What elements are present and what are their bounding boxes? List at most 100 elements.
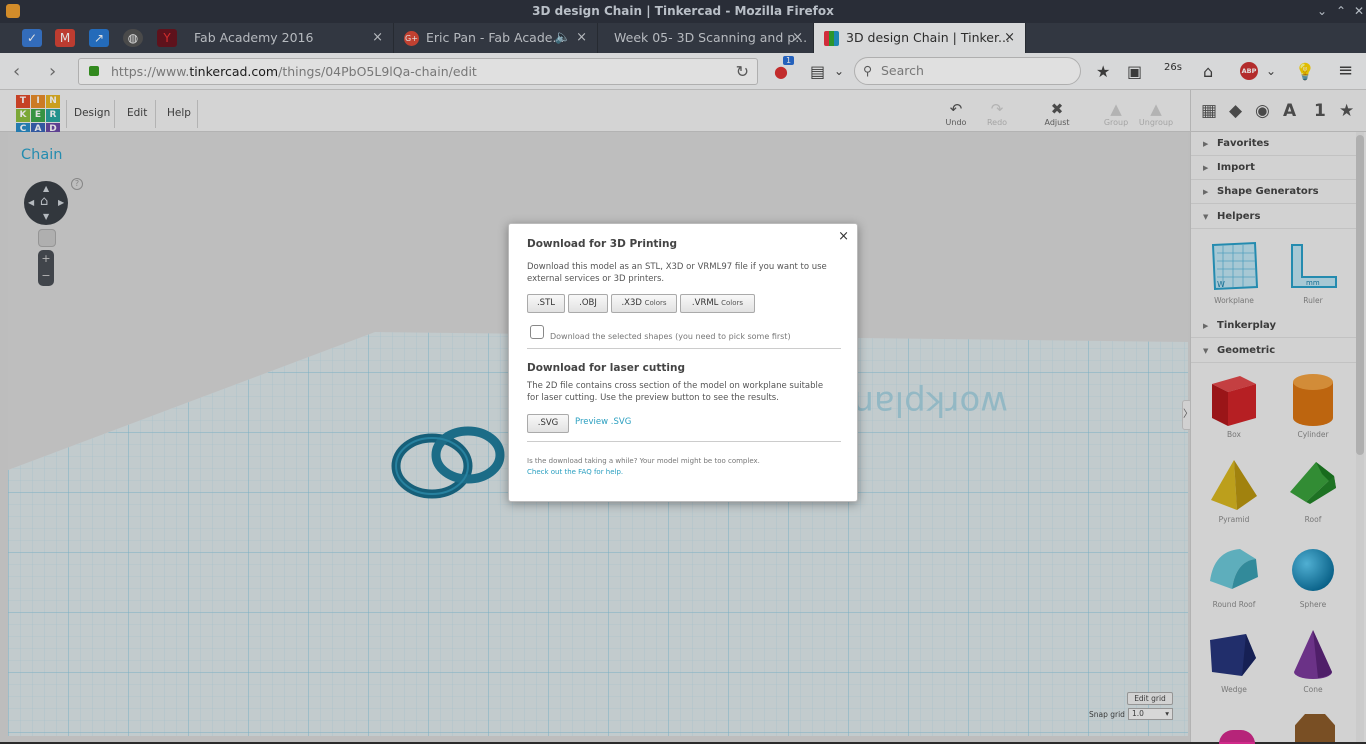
- url-domain: tinkercad.com: [189, 64, 279, 79]
- cylinder-shape-icon: [1293, 374, 1333, 426]
- ungroup-icon: ▲: [1150, 100, 1162, 118]
- orbit-down-icon[interactable]: ▼: [43, 212, 49, 221]
- help-icon[interactable]: ?: [71, 178, 83, 190]
- clipboard-icon[interactable]: ▤: [810, 62, 825, 81]
- tab-tinkercad[interactable]: 3D design Chain | Tinker... ×: [814, 23, 1026, 53]
- back-icon[interactable]: ‹: [13, 61, 20, 82]
- shape-box[interactable]: Box: [1204, 370, 1264, 439]
- shape-ruler[interactable]: mm Ruler: [1283, 236, 1343, 305]
- shape-sphere[interactable]: Sphere: [1283, 540, 1343, 609]
- download-x3d-button[interactable]: .X3D Colors: [611, 294, 677, 313]
- selected-shapes-checkbox[interactable]: [530, 325, 544, 339]
- shape-round-roof[interactable]: Round Roof: [1204, 540, 1264, 609]
- design-title[interactable]: Chain: [21, 147, 62, 163]
- orbit-left-icon[interactable]: ◀: [28, 198, 34, 207]
- forward-icon[interactable]: ›: [49, 61, 56, 82]
- reload-icon[interactable]: ↻: [736, 59, 749, 84]
- home-icon[interactable]: ⌂: [1203, 62, 1213, 81]
- menu-divider: [155, 100, 156, 128]
- shape-label: Ruler: [1303, 296, 1323, 305]
- pinned-inbox-icon[interactable]: ✓: [22, 29, 42, 47]
- dialog-description: Download this model as an STL, X3D or VR…: [527, 262, 827, 284]
- reading-list-icon[interactable]: ▣: [1127, 62, 1142, 81]
- dropdown-icon[interactable]: ⌄: [834, 64, 844, 78]
- zoom-control[interactable]: + −: [38, 250, 54, 286]
- cube-icon[interactable]: ◆: [1229, 101, 1242, 121]
- maximize-icon[interactable]: ⌃: [1336, 0, 1346, 23]
- menu-design[interactable]: Design: [74, 107, 110, 119]
- text-icon[interactable]: A: [1283, 101, 1296, 121]
- download-obj-button[interactable]: .OBJ: [568, 294, 608, 313]
- tab-close-icon[interactable]: ×: [372, 23, 383, 53]
- tab-close-icon[interactable]: ×: [1004, 23, 1015, 53]
- tab-fab-academy[interactable]: Fab Academy 2016 ×: [186, 23, 394, 53]
- star-icon[interactable]: ★: [1339, 101, 1354, 121]
- menu-help[interactable]: Help: [167, 107, 191, 119]
- preview-svg-link[interactable]: Preview .SVG: [575, 417, 631, 427]
- shape-pyramid[interactable]: Pyramid: [1204, 455, 1264, 524]
- undo-button[interactable]: ↶ Undo: [938, 100, 974, 127]
- sidebar-section-shape-generators[interactable]: ▶ Shape Generators: [1191, 180, 1357, 204]
- zoom-in-icon[interactable]: +: [38, 250, 54, 267]
- adblock-icon[interactable]: ABP: [1240, 62, 1258, 80]
- snap-grid-select[interactable]: 1.0 ▾: [1128, 708, 1173, 720]
- home-view-icon[interactable]: ⌂: [40, 194, 48, 209]
- orbit-right-icon[interactable]: ▶: [58, 198, 64, 207]
- redo-button[interactable]: ↷ Redo: [979, 100, 1015, 127]
- minimize-icon[interactable]: ⌄: [1317, 0, 1327, 23]
- ungroup-button[interactable]: ▲ Ungroup: [1138, 100, 1174, 127]
- lightbulb-icon[interactable]: 💡: [1295, 62, 1315, 81]
- sidebar-section-tinkerplay[interactable]: ▶ Tinkerplay: [1191, 314, 1357, 338]
- shape-cone[interactable]: Cone: [1283, 625, 1343, 694]
- url-bar[interactable]: https://www.tinkercad.com/things/04PbO5L…: [78, 58, 758, 85]
- sidebar-section-geometric[interactable]: ▼ Geometric: [1191, 339, 1357, 363]
- sidebar-scrollbar[interactable]: [1356, 132, 1364, 742]
- shape-wedge[interactable]: Wedge: [1204, 625, 1264, 694]
- shape-workplane[interactable]: W Workplane: [1204, 236, 1264, 305]
- tab-label: Fab Academy 2016: [194, 30, 314, 45]
- sidebar-section-import[interactable]: ▶ Import: [1191, 156, 1357, 180]
- timer-text[interactable]: 26s: [1164, 62, 1182, 73]
- pinned-y-icon[interactable]: Y: [157, 29, 177, 47]
- zoom-out-icon[interactable]: −: [38, 267, 54, 284]
- faq-link[interactable]: Check out the FAQ for help.: [527, 468, 623, 476]
- sidebar-section-favorites[interactable]: ▶ Favorites: [1191, 132, 1357, 156]
- section-label: Geometric: [1217, 345, 1276, 356]
- adblock-dropdown-icon[interactable]: ⌄: [1266, 64, 1276, 78]
- grid-view-icon[interactable]: ▦: [1201, 101, 1217, 121]
- shape-cylinder[interactable]: Cylinder: [1283, 370, 1343, 439]
- pinned-gmail-icon[interactable]: M: [55, 29, 75, 47]
- pinned-globe-icon[interactable]: ◍: [123, 29, 143, 47]
- search-input[interactable]: ⚲ Search: [854, 57, 1081, 85]
- group-button[interactable]: ▲ Group: [1098, 100, 1134, 127]
- globe-icon[interactable]: ◉: [1255, 101, 1270, 121]
- menu-icon[interactable]: ≡: [1338, 60, 1353, 81]
- shape-roof[interactable]: Roof: [1283, 455, 1343, 524]
- download-vrml-button[interactable]: .VRML Colors: [680, 294, 755, 313]
- notification-badge: 1: [783, 56, 795, 65]
- round-roof-shape-icon: [1210, 549, 1258, 589]
- scrollbar-thumb[interactable]: [1356, 135, 1364, 455]
- number-icon[interactable]: 1: [1314, 101, 1326, 121]
- download-stl-button[interactable]: .STL: [527, 294, 565, 313]
- download-svg-button[interactable]: .SVG: [527, 414, 569, 433]
- tinkercad-logo[interactable]: T I N K E R C A D: [16, 95, 60, 137]
- tab-eric-pan[interactable]: G+ Eric Pan - Fab Acade... 🔈 ×: [394, 23, 598, 53]
- speaker-icon[interactable]: 🔈: [555, 23, 571, 53]
- tab-close-icon[interactable]: ×: [792, 23, 803, 53]
- tab-week-05[interactable]: Week 05- 3D Scanning and p... ×: [598, 23, 814, 53]
- box-shape-icon: [1212, 376, 1256, 426]
- sidebar-section-helpers[interactable]: ▼ Helpers: [1191, 205, 1357, 229]
- pinned-app-icon[interactable]: ↗: [89, 29, 109, 47]
- dialog-close-button[interactable]: ×: [838, 229, 849, 244]
- tab-close-icon[interactable]: ×: [576, 23, 587, 53]
- close-window-icon[interactable]: ✕: [1354, 0, 1364, 23]
- adjust-button[interactable]: ✖ Adjust: [1039, 100, 1075, 127]
- orbit-up-icon[interactable]: ▲: [43, 184, 49, 193]
- bookmark-star-icon[interactable]: ★: [1096, 62, 1110, 81]
- view-navigation-control[interactable]: ▲ ◀ ▶ ▼ ⌂: [24, 181, 68, 225]
- edit-grid-button[interactable]: Edit grid: [1127, 692, 1173, 705]
- shape-hexagon-partial[interactable]: [1295, 714, 1335, 742]
- fit-view-button[interactable]: [38, 229, 56, 247]
- menu-edit[interactable]: Edit: [127, 107, 147, 119]
